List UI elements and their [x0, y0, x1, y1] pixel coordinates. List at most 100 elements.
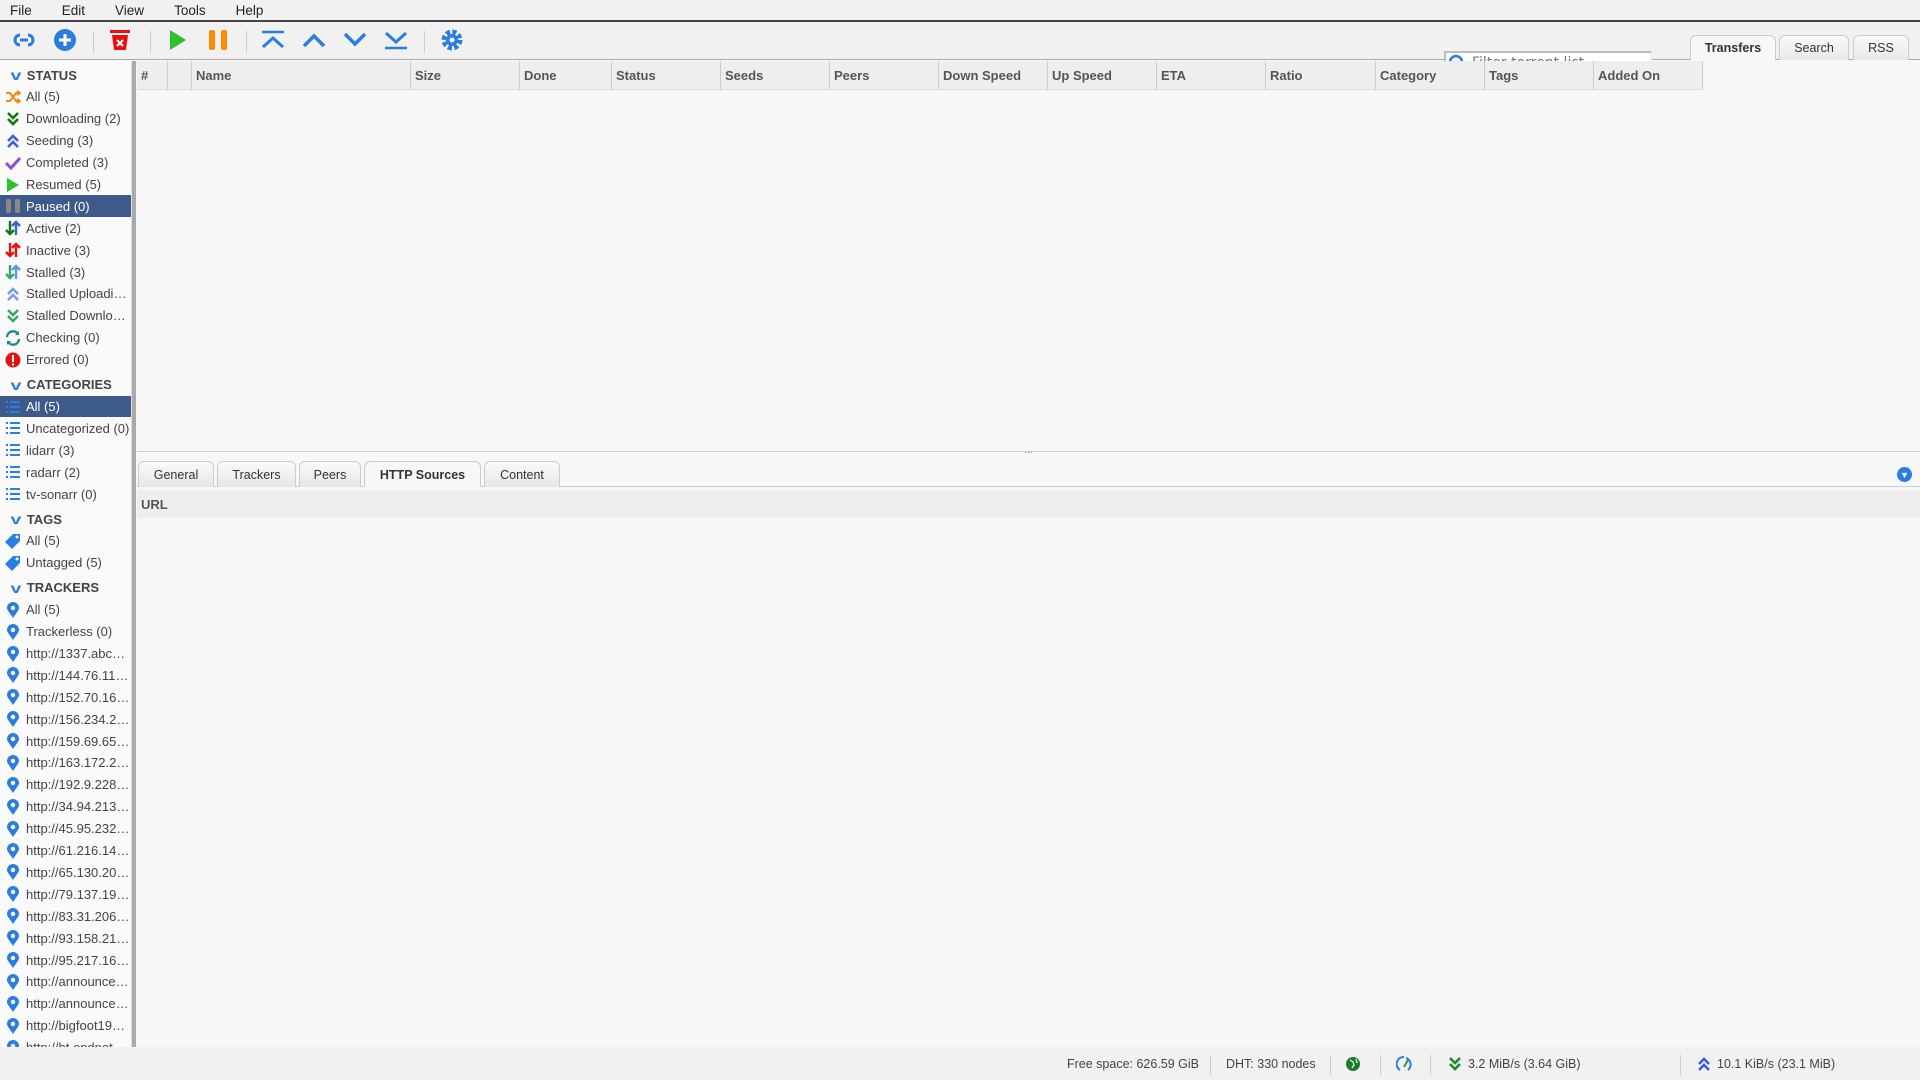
- column-header-status-icon[interactable]: [168, 61, 192, 90]
- section-header-tags[interactable]: v TAGS: [0, 508, 131, 530]
- options-button[interactable]: [439, 28, 465, 54]
- column-header-added-on[interactable]: Added On: [1594, 61, 1703, 90]
- sidebar-item[interactable]: Completed (3): [0, 152, 131, 174]
- tab-http-sources[interactable]: HTTP Sources: [364, 461, 481, 487]
- sidebar-item-label: http://announce…: [26, 996, 129, 1012]
- tab-general[interactable]: General: [138, 461, 214, 487]
- column-header-size[interactable]: Size: [411, 61, 520, 90]
- sidebar-item[interactable]: http://announce…: [0, 971, 131, 993]
- collapse-panel-icon[interactable]: ▼: [1897, 467, 1912, 482]
- column-header-name[interactable]: Name: [192, 61, 411, 90]
- sidebar-item[interactable]: Checking (0): [0, 327, 131, 349]
- sidebar-item[interactable]: http://45.95.232…: [0, 818, 131, 840]
- sidebar-item[interactable]: http://bigfoot19…: [0, 1015, 131, 1037]
- move-bottom-button[interactable]: [383, 28, 409, 54]
- sidebar-item[interactable]: All (5): [0, 599, 131, 621]
- sidebar-item[interactable]: All (5): [0, 395, 131, 418]
- sidebar-item[interactable]: http://83.31.206…: [0, 905, 131, 927]
- sidebar-item[interactable]: Seeding (3): [0, 130, 131, 152]
- sidebar-item[interactable]: All (5): [0, 530, 131, 552]
- sidebar-item[interactable]: Uncategorized (0): [0, 417, 131, 439]
- menu-tools[interactable]: Tools: [174, 3, 206, 18]
- status-bar: Free space: 626.59 GiB DHT: 330 nodes 3.…: [0, 1047, 1920, 1080]
- column-header-ratio[interactable]: Ratio: [1266, 61, 1376, 90]
- tab-rss[interactable]: RSS: [1853, 35, 1909, 60]
- column-header-category[interactable]: Category: [1376, 61, 1485, 90]
- connection-status-icon[interactable]: [1345, 1047, 1361, 1080]
- sidebar-item[interactable]: http://34.94.213…: [0, 796, 131, 818]
- sidebar-item[interactable]: Resumed (5): [0, 174, 131, 196]
- sidebar-item[interactable]: http://79.137.19…: [0, 883, 131, 905]
- sidebar-item[interactable]: Trackerless (0): [0, 621, 131, 643]
- tab-search[interactable]: Search: [1779, 35, 1849, 60]
- sidebar-item[interactable]: radarr (2): [0, 461, 131, 483]
- sidebar-item[interactable]: lidarr (3): [0, 439, 131, 461]
- url-column-header[interactable]: URL: [141, 497, 168, 512]
- checking-icon: [5, 329, 21, 346]
- sidebar-item[interactable]: http://61.216.14…: [0, 840, 131, 862]
- sidebar-item-label: http://83.31.206…: [26, 908, 130, 924]
- move-down-button[interactable]: [342, 28, 368, 54]
- sidebar-item-label: http://bigfoot19…: [26, 1018, 126, 1034]
- move-top-button[interactable]: [260, 28, 286, 54]
- tracker-icon: [5, 601, 21, 618]
- download-speed[interactable]: 3.2 MiB/s (3.64 GiB): [1447, 1047, 1581, 1080]
- sidebar-item[interactable]: http://95.217.16…: [0, 949, 131, 971]
- sidebar-item[interactable]: All (5): [0, 86, 131, 108]
- section-header-categories[interactable]: v CATEGORIES: [0, 374, 131, 396]
- sidebar-item[interactable]: Stalled Downloading (0): [0, 305, 131, 327]
- http-sources-header[interactable]: URL: [137, 490, 1920, 518]
- tab-peers[interactable]: Peers: [299, 461, 361, 487]
- sidebar-item[interactable]: http://156.234.2…: [0, 708, 131, 730]
- sidebar-item[interactable]: Active (2): [0, 217, 131, 239]
- sidebar-item[interactable]: http://163.172.2…: [0, 752, 131, 774]
- tab-transfers[interactable]: Transfers: [1690, 35, 1776, 60]
- menu-edit[interactable]: Edit: [62, 3, 85, 18]
- tab-trackers[interactable]: Trackers: [217, 461, 296, 487]
- sidebar-item[interactable]: http://bt.endpot…: [0, 1037, 131, 1047]
- pause-button[interactable]: [205, 28, 231, 54]
- column-header-up-speed[interactable]: Up Speed: [1048, 61, 1157, 90]
- sidebar-item[interactable]: http://192.9.228…: [0, 774, 131, 796]
- sidebar-item[interactable]: tv-sonarr (0): [0, 483, 131, 505]
- sidebar-item-label: Stalled Downloading (0): [26, 308, 130, 324]
- menu-help[interactable]: Help: [236, 3, 264, 18]
- sidebar-item[interactable]: Stalled (3): [0, 261, 131, 283]
- column-header-peers[interactable]: Peers: [830, 61, 939, 90]
- column-header-seeds[interactable]: Seeds: [721, 61, 830, 90]
- column-header-eta[interactable]: ETA: [1157, 61, 1266, 90]
- add-torrent-link-button[interactable]: [11, 28, 37, 54]
- sidebar-item[interactable]: Untagged (5): [0, 552, 131, 574]
- column-header--[interactable]: #: [137, 61, 168, 90]
- add-torrent-file-button[interactable]: [52, 28, 78, 54]
- sidebar-item[interactable]: Paused (0): [0, 195, 131, 218]
- sidebar-item-label: http://156.234.2…: [26, 711, 130, 727]
- column-header-down-speed[interactable]: Down Speed: [939, 61, 1048, 90]
- speed-limit-icon[interactable]: [1396, 1047, 1412, 1080]
- sidebar-item[interactable]: http://144.76.11…: [0, 664, 131, 686]
- menu-file[interactable]: File: [10, 3, 32, 18]
- sidebar-item[interactable]: http://93.158.21…: [0, 927, 131, 949]
- move-up-button[interactable]: [301, 28, 327, 54]
- tab-content[interactable]: Content: [484, 461, 560, 487]
- sidebar-item[interactable]: Stalled Uploading (2): [0, 283, 131, 305]
- sidebar-item[interactable]: http://announce…: [0, 993, 131, 1015]
- delete-button[interactable]: [107, 28, 133, 54]
- pane-splitter[interactable]: ···: [137, 449, 1920, 457]
- column-header-done[interactable]: Done: [520, 61, 612, 90]
- sidebar-item[interactable]: Downloading (2): [0, 108, 131, 130]
- sidebar-item[interactable]: http://152.70.16…: [0, 686, 131, 708]
- section-header-trackers[interactable]: v TRACKERS: [0, 577, 131, 599]
- resume-button[interactable]: [164, 28, 190, 54]
- sidebar-item[interactable]: http://1337.abc…: [0, 643, 131, 665]
- sidebar-item[interactable]: Inactive (3): [0, 239, 131, 261]
- column-header-tags[interactable]: Tags: [1485, 61, 1594, 90]
- sidebar-splitter[interactable]: [131, 61, 136, 1047]
- sidebar-item[interactable]: http://65.130.20…: [0, 862, 131, 884]
- menu-view[interactable]: View: [115, 3, 144, 18]
- section-header-status[interactable]: v STATUS: [0, 64, 131, 86]
- column-header-status[interactable]: Status: [612, 61, 721, 90]
- sidebar-item[interactable]: Errored (0): [0, 349, 131, 371]
- sidebar-item[interactable]: http://159.69.65…: [0, 730, 131, 752]
- upload-speed[interactable]: 10.1 KiB/s (23.1 MiB): [1696, 1047, 1835, 1080]
